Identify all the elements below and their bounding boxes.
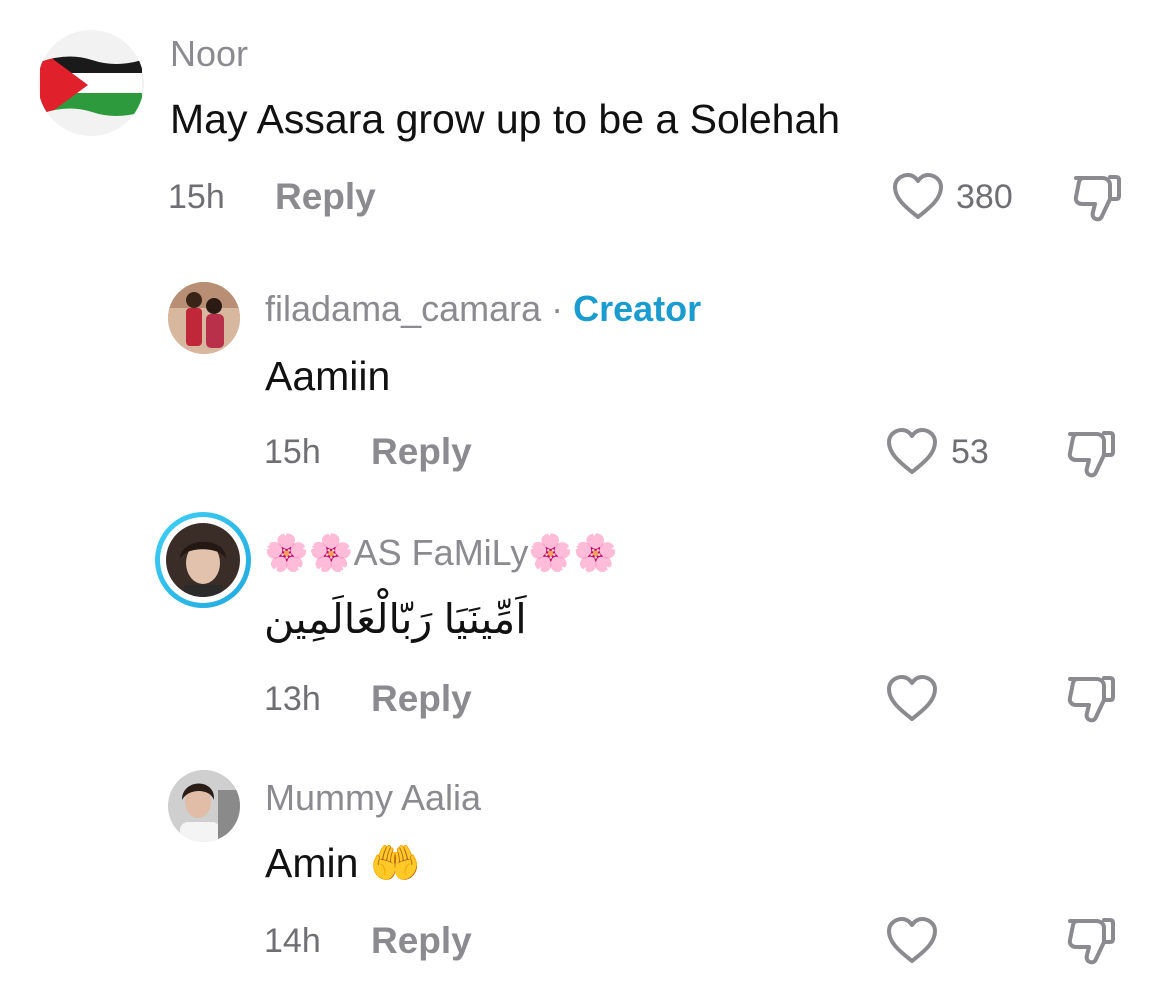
comment-timestamp: 15h [168,178,225,216]
like-count: 53 [951,433,989,471]
thumbs-down-outline-icon [1067,918,1115,965]
thumbs-down-outline-icon [1073,175,1121,222]
like-button[interactable] [886,917,938,965]
reply-button[interactable]: Reply [275,176,376,218]
reply-button[interactable]: Reply [371,431,472,473]
like-button[interactable] [886,675,938,723]
comment-username[interactable]: 🌸🌸AS FaMiLy🌸🌸 [264,532,618,574]
comment-filadama-camara: filadama_camara · Creator Aamiin 15h Rep… [0,260,1170,490]
comment-timestamp: 13h [264,680,321,718]
creator-badge: Creator [573,288,702,329]
thumbs-down-outline-icon [1067,676,1115,723]
heart-outline-icon [887,917,937,963]
thumbs-down-outline-icon [1067,431,1115,478]
comment-as-family: 🌸🌸AS FaMiLy🌸🌸 اَمِّينَيَا رَبّالْعَالَمِ… [0,505,1170,740]
comment-username[interactable]: Noor [170,33,248,75]
raised-hands-emoji: 🤲 [369,840,421,886]
comment-text-body: Amin [265,840,359,886]
reply-button[interactable]: Reply [371,920,472,962]
profile-photo-icon [166,523,240,597]
username-separator: · [541,288,574,329]
username-text[interactable]: filadama_camara [265,288,541,329]
dislike-button[interactable] [1066,428,1116,480]
heart-outline-icon [893,173,943,219]
reply-button[interactable]: Reply [371,678,472,720]
comment-timestamp: 15h [264,433,321,471]
comment-mummy-aalia: Mummy Aalia Amin 🤲 14h Reply [0,760,1170,1000]
username-prefix-emoji: 🌸🌸 [264,532,354,573]
comment-username[interactable]: filadama_camara · Creator [265,288,701,330]
heart-outline-icon [887,428,937,474]
comment-timestamp: 14h [264,922,321,960]
palestine-flag-icon [40,56,142,117]
avatar-mummy-aalia[interactable] [168,770,240,842]
comment-text: Aamiin [265,353,391,399]
comment-noor: Noor May Assara grow up to be a Solehah … [0,0,1170,240]
dislike-button[interactable] [1066,915,1116,967]
username-text[interactable]: AS FaMiLy [354,532,529,573]
avatar-noor[interactable] [38,30,144,136]
dislike-button[interactable] [1066,673,1116,725]
username-suffix-emoji: 🌸🌸 [528,532,619,573]
avatar-filadama-camara[interactable] [168,282,240,354]
comment-text: اَمِّينَيَا رَبّالْعَالَمِين [264,596,527,642]
like-count: 380 [956,178,1013,216]
profile-photo-icon [168,282,240,354]
avatar-as-family[interactable] [166,523,240,597]
like-button[interactable] [886,428,938,476]
comment-username[interactable]: Mummy Aalia [265,777,481,819]
profile-photo-icon [168,770,240,842]
comment-text: May Assara grow up to be a Solehah [170,96,841,142]
dislike-button[interactable] [1072,172,1122,224]
comment-text: Amin 🤲 [265,840,421,888]
avatar-story-ring[interactable] [155,512,251,608]
heart-outline-icon [887,675,937,721]
like-button[interactable] [892,173,944,221]
